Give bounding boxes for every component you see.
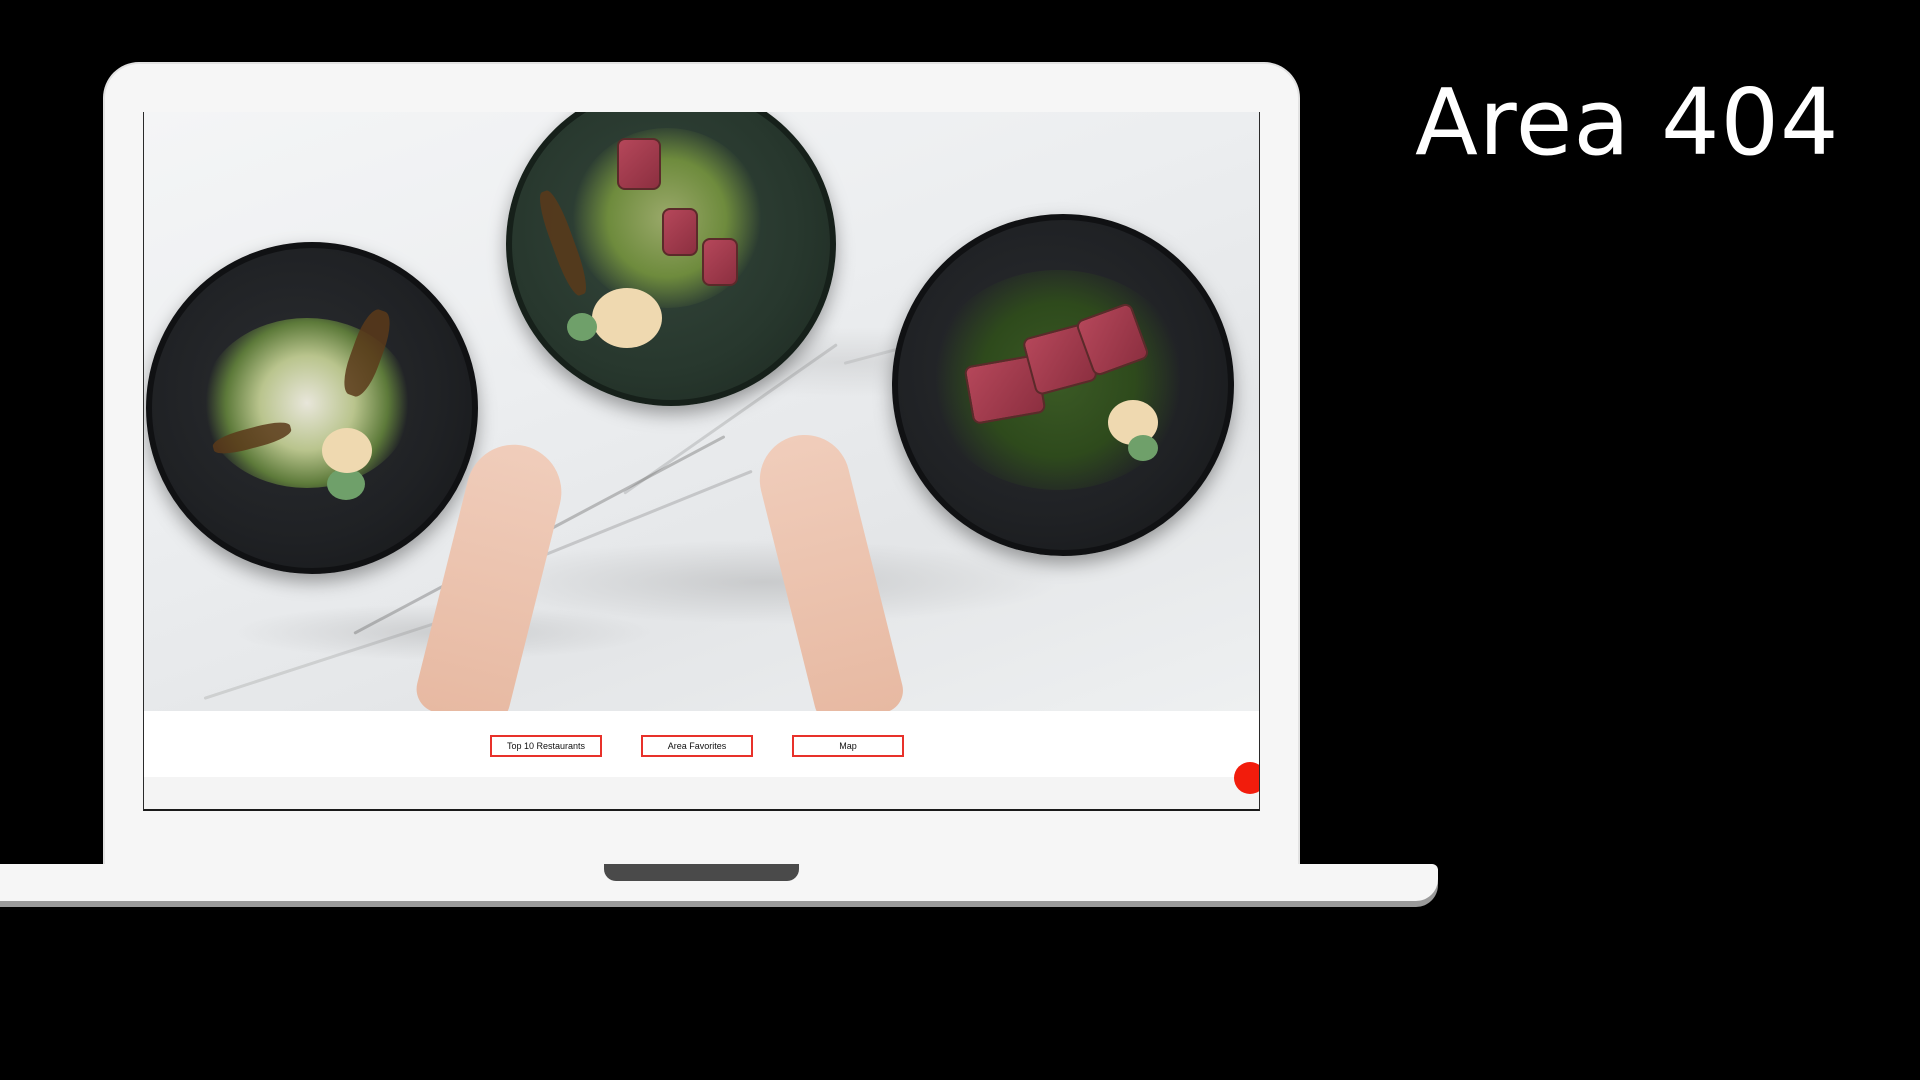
nav-area-favorites-button[interactable]: Area Favorites xyxy=(641,735,753,757)
tuna-slice xyxy=(617,138,661,190)
laptop-notch xyxy=(604,864,799,881)
ginger xyxy=(322,428,372,473)
right-hand xyxy=(750,425,908,711)
site-navbar: Top 10 Restaurants Area Favorites Map xyxy=(144,713,1259,777)
presentation-slide: Top 10 Restaurants Area Favorites Map Ar… xyxy=(0,0,1920,1080)
ginger xyxy=(592,288,662,348)
nav-map-button[interactable]: Map xyxy=(792,735,904,757)
plate-center xyxy=(506,112,836,406)
wasabi xyxy=(1128,435,1158,461)
laptop-screen: Top 10 Restaurants Area Favorites Map xyxy=(143,112,1260,811)
chat-bubble-icon[interactable] xyxy=(1234,762,1259,794)
hero-image xyxy=(144,112,1259,711)
page-footer-strip xyxy=(144,777,1259,809)
wasabi xyxy=(567,313,597,341)
marble-vein xyxy=(203,616,452,700)
plate-right xyxy=(892,214,1234,556)
page-title: Area 404 xyxy=(1415,69,1840,176)
nav-top-10-restaurants-button[interactable]: Top 10 Restaurants xyxy=(490,735,602,757)
tuna-slice xyxy=(702,238,738,286)
tuna-slice xyxy=(662,208,698,256)
plate-left xyxy=(146,242,478,574)
